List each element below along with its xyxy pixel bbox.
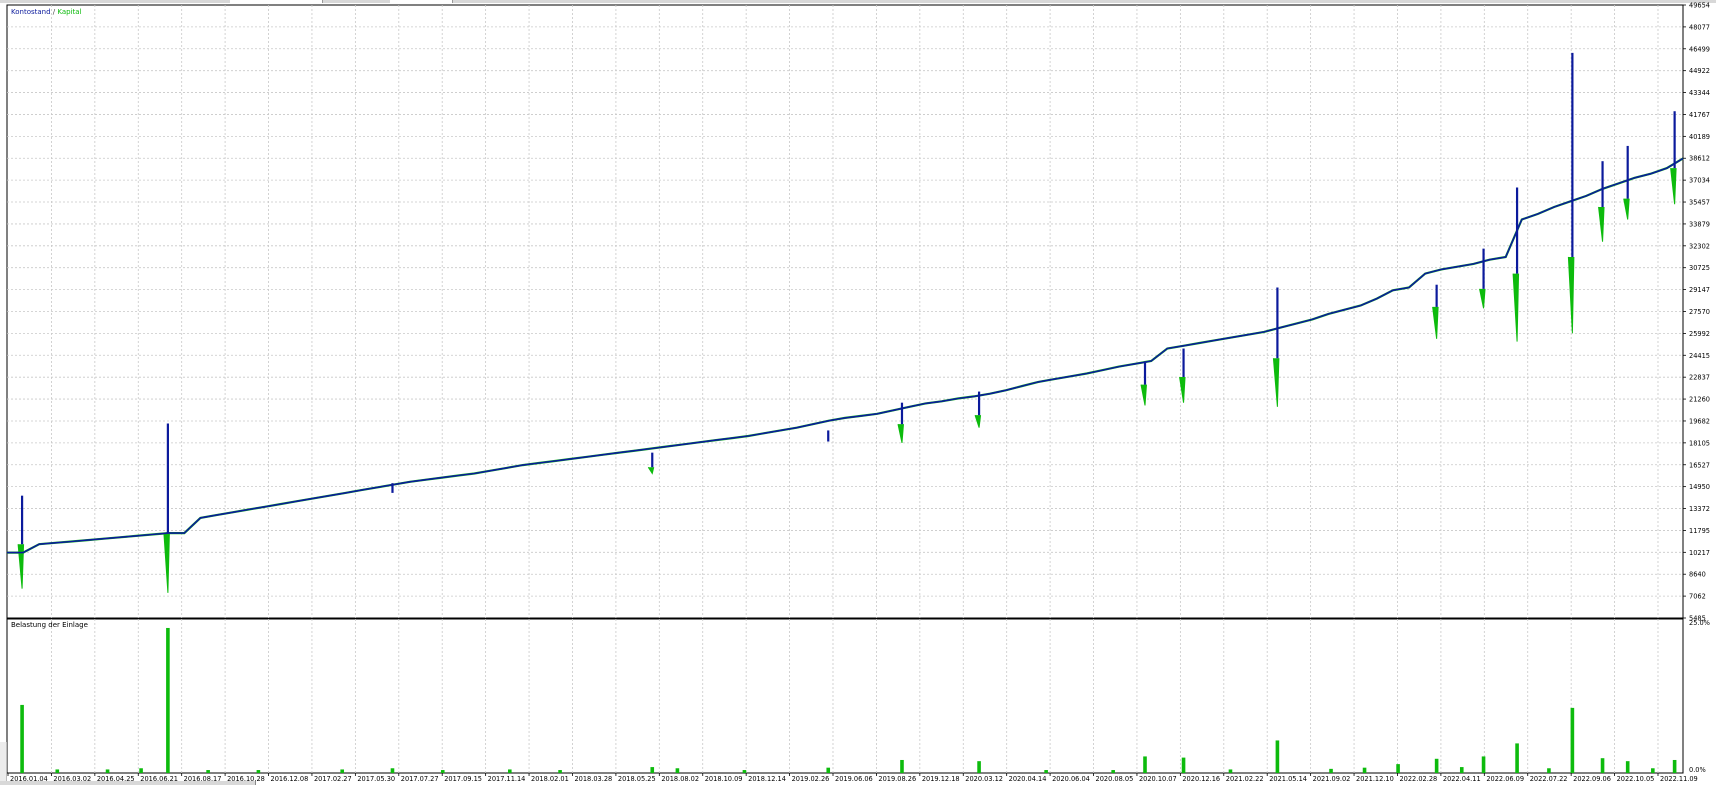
y-tick-label: 27570 xyxy=(1689,308,1710,316)
y-tick-label: 43344 xyxy=(1689,89,1710,97)
load-bar xyxy=(1672,759,1677,773)
chart-canvas: 5485706286401021711795133721495016527181… xyxy=(6,2,1710,783)
legend-equity: Kapital xyxy=(57,8,81,16)
y-tick-label: 25992 xyxy=(1689,330,1710,338)
load-bar xyxy=(742,770,747,773)
load-bar xyxy=(675,768,680,773)
load-bar xyxy=(1181,757,1186,773)
load-chart-title: Belastung der Einlage xyxy=(11,621,88,629)
load-bar xyxy=(1570,707,1575,773)
load-bar xyxy=(440,770,445,773)
y-tick-label: 7062 xyxy=(1689,593,1706,601)
bottom-tab-strip xyxy=(0,781,1716,785)
y-tick-label: 46499 xyxy=(1689,45,1710,53)
load-bar xyxy=(1600,758,1605,773)
load-bar xyxy=(1111,770,1115,773)
bottom-tab[interactable] xyxy=(255,781,1716,785)
load-bar xyxy=(1044,770,1048,773)
main-y-axis: 5485706286401021711795133721495016527181… xyxy=(1683,2,1710,623)
legend-separator: / xyxy=(51,8,58,16)
strategy-report-view: 5485 7062 8640 10217 11795 13372 14950 16527 181… xyxy=(0,0,1716,785)
y-tick-label: 18105 xyxy=(1689,439,1710,447)
load-bar xyxy=(206,770,210,773)
load-bar xyxy=(20,704,24,773)
y-tick-label: 48077 xyxy=(1689,23,1710,31)
y-tick-label: 10217 xyxy=(1689,549,1710,557)
y-tick-label: 13372 xyxy=(1689,505,1710,513)
y-tick-label: 38612 xyxy=(1689,155,1710,163)
legend-balance: Kontostand xyxy=(11,8,51,16)
load-bar xyxy=(1547,768,1551,773)
y-tick-label: 35457 xyxy=(1689,199,1710,207)
y-tick-label: 25.0% xyxy=(1689,619,1710,627)
load-bar xyxy=(508,769,512,773)
load-bar xyxy=(558,770,562,773)
load-bar xyxy=(1275,740,1280,773)
load-bar xyxy=(1396,764,1400,773)
y-tick-label: 19682 xyxy=(1689,417,1710,425)
y-tick-label: 44922 xyxy=(1689,67,1710,75)
load-bar xyxy=(1651,768,1655,773)
load-bar xyxy=(1481,756,1486,773)
y-tick-label: 24415 xyxy=(1689,352,1710,360)
load-bar xyxy=(105,769,110,773)
y-tick-label: 14950 xyxy=(1689,483,1710,491)
y-tick-label: 0.0% xyxy=(1689,766,1706,774)
y-tick-label: 40189 xyxy=(1689,133,1710,141)
load-bar xyxy=(390,768,395,773)
y-tick-label: 8640 xyxy=(1689,571,1706,579)
load-bar xyxy=(1434,758,1439,773)
y-tick-label: 21260 xyxy=(1689,396,1710,404)
load-bar xyxy=(55,769,60,773)
load-bar xyxy=(1625,761,1630,773)
load-bar xyxy=(1459,767,1464,773)
y-tick-label: 32302 xyxy=(1689,242,1710,250)
load-bar xyxy=(1228,769,1233,773)
load-bar xyxy=(650,767,655,773)
y-tick-label: 22837 xyxy=(1689,374,1710,382)
load-bar xyxy=(1329,768,1333,773)
load-bar xyxy=(256,770,261,773)
y-tick-label: 49654 xyxy=(1689,2,1710,10)
load-bar xyxy=(900,759,904,773)
y-tick-label: 30725 xyxy=(1689,264,1710,272)
y-tick-label: 11795 xyxy=(1689,527,1710,535)
side-panel-grip[interactable] xyxy=(0,742,7,782)
load-bar xyxy=(977,761,981,773)
load-chart-frame xyxy=(6,618,1684,774)
y-tick-label: 16527 xyxy=(1689,461,1710,469)
load-y-axis: 25.0% 0.0% xyxy=(1689,619,1710,774)
load-bar xyxy=(1362,767,1367,773)
y-tick-label: 29147 xyxy=(1689,286,1710,294)
y-tick-label: 33879 xyxy=(1689,220,1710,228)
load-bar xyxy=(139,768,143,773)
y-tick-label: 41767 xyxy=(1689,111,1710,119)
load-bar xyxy=(340,769,344,773)
legend: Kontostand / Kapital xyxy=(11,8,82,16)
load-bar xyxy=(166,627,170,773)
y-tick-label: 37034 xyxy=(1689,177,1710,185)
load-bar xyxy=(1515,743,1519,773)
load-bar xyxy=(1143,756,1147,773)
load-bar xyxy=(826,767,831,773)
